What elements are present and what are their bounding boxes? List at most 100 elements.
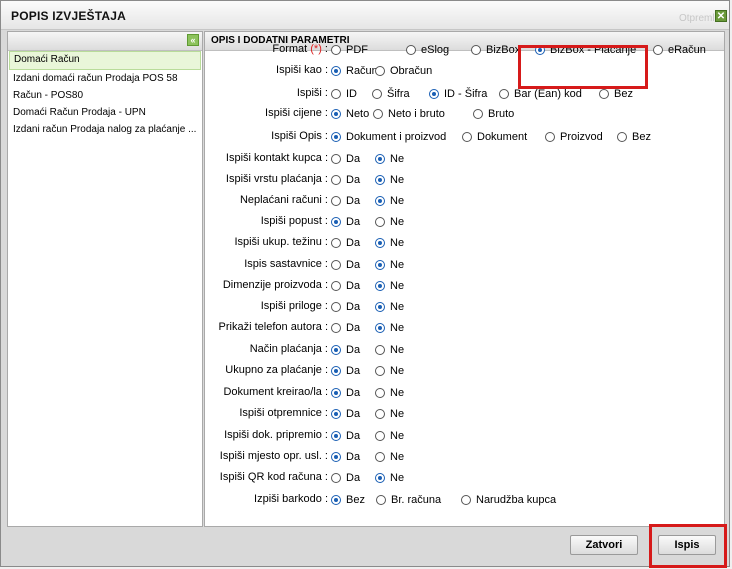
radio-option[interactable]: Bruto xyxy=(473,106,514,122)
radio-option[interactable]: Da xyxy=(331,172,360,188)
radio-option[interactable]: Neto xyxy=(331,106,369,122)
radio-checked-icon[interactable] xyxy=(375,302,385,312)
radio-option[interactable]: Da xyxy=(331,257,360,273)
radio-checked-icon[interactable] xyxy=(331,452,341,462)
radio-option[interactable]: Ne xyxy=(375,278,404,294)
radio-unchecked-icon[interactable] xyxy=(653,45,663,55)
radio-unchecked-icon[interactable] xyxy=(331,89,341,99)
radio-option[interactable]: Ne xyxy=(375,193,404,209)
radio-unchecked-icon[interactable] xyxy=(375,366,385,376)
close-button[interactable]: Zatvori xyxy=(570,535,638,555)
radio-option[interactable]: PDF xyxy=(331,42,368,58)
radio-option[interactable]: Ne xyxy=(375,214,404,230)
radio-checked-icon[interactable] xyxy=(429,89,439,99)
radio-option[interactable]: Ne xyxy=(375,172,404,188)
radio-option[interactable]: Da xyxy=(331,214,360,230)
radio-option[interactable]: Obračun xyxy=(375,63,432,79)
radio-option[interactable]: ID xyxy=(331,86,357,102)
radio-option[interactable]: Dokument i proizvod xyxy=(331,129,446,145)
radio-unchecked-icon[interactable] xyxy=(473,109,483,119)
radio-unchecked-icon[interactable] xyxy=(331,302,341,312)
radio-checked-icon[interactable] xyxy=(375,196,385,206)
close-icon[interactable]: ✕ xyxy=(715,10,727,22)
radio-option[interactable]: ID - Šifra xyxy=(429,86,487,102)
radio-option[interactable]: Da xyxy=(331,235,360,251)
radio-option[interactable]: Da xyxy=(331,193,360,209)
collapse-left-icon[interactable]: « xyxy=(187,34,199,46)
radio-option[interactable]: Da xyxy=(331,299,360,315)
radio-option[interactable]: Bez xyxy=(331,492,365,508)
radio-checked-icon[interactable] xyxy=(375,238,385,248)
radio-checked-icon[interactable] xyxy=(375,260,385,270)
radio-option[interactable]: Br. računa xyxy=(376,492,441,508)
radio-unchecked-icon[interactable] xyxy=(375,345,385,355)
radio-checked-icon[interactable] xyxy=(375,175,385,185)
radio-unchecked-icon[interactable] xyxy=(331,45,341,55)
radio-unchecked-icon[interactable] xyxy=(499,89,509,99)
radio-option[interactable]: Račun xyxy=(331,63,378,79)
radio-checked-icon[interactable] xyxy=(331,409,341,419)
radio-option[interactable]: Dokument xyxy=(462,129,527,145)
radio-option[interactable]: Ne xyxy=(375,449,404,465)
radio-option[interactable]: eRačun xyxy=(653,42,706,58)
radio-checked-icon[interactable] xyxy=(331,495,341,505)
radio-option[interactable]: Da xyxy=(331,385,360,401)
radio-option[interactable]: Da xyxy=(331,470,360,486)
radio-option[interactable]: eSlog xyxy=(406,42,449,58)
report-list-item[interactable]: Račun - POS80 xyxy=(9,87,201,104)
radio-unchecked-icon[interactable] xyxy=(331,473,341,483)
radio-option[interactable]: Da xyxy=(331,320,360,336)
radio-checked-icon[interactable] xyxy=(331,431,341,441)
radio-option[interactable]: Bez xyxy=(617,129,651,145)
radio-option[interactable]: Ne xyxy=(375,320,404,336)
radio-unchecked-icon[interactable] xyxy=(462,132,472,142)
radio-unchecked-icon[interactable] xyxy=(331,196,341,206)
radio-unchecked-icon[interactable] xyxy=(617,132,627,142)
radio-option[interactable]: Da xyxy=(331,406,360,422)
radio-unchecked-icon[interactable] xyxy=(331,238,341,248)
radio-option[interactable]: Narudžba kupca xyxy=(461,492,556,508)
radio-unchecked-icon[interactable] xyxy=(331,281,341,291)
radio-unchecked-icon[interactable] xyxy=(471,45,481,55)
radio-unchecked-icon[interactable] xyxy=(461,495,471,505)
radio-unchecked-icon[interactable] xyxy=(599,89,609,99)
report-list-item[interactable]: Domaći Račun Prodaja - UPN xyxy=(9,104,201,121)
radio-checked-icon[interactable] xyxy=(331,66,341,76)
radio-option[interactable]: Ne xyxy=(375,385,404,401)
radio-option[interactable]: Neto i bruto xyxy=(373,106,445,122)
radio-unchecked-icon[interactable] xyxy=(375,431,385,441)
radio-unchecked-icon[interactable] xyxy=(375,217,385,227)
radio-checked-icon[interactable] xyxy=(331,366,341,376)
radio-option[interactable]: Ne xyxy=(375,299,404,315)
radio-checked-icon[interactable] xyxy=(331,345,341,355)
radio-checked-icon[interactable] xyxy=(375,323,385,333)
radio-unchecked-icon[interactable] xyxy=(373,109,383,119)
report-list-item[interactable]: Domaći Račun xyxy=(9,51,201,70)
radio-unchecked-icon[interactable] xyxy=(375,388,385,398)
radio-option[interactable]: Da xyxy=(331,278,360,294)
radio-checked-icon[interactable] xyxy=(331,388,341,398)
radio-checked-icon[interactable] xyxy=(331,132,341,142)
radio-unchecked-icon[interactable] xyxy=(331,323,341,333)
radio-unchecked-icon[interactable] xyxy=(375,409,385,419)
radio-option[interactable]: Ne xyxy=(375,363,404,379)
radio-checked-icon[interactable] xyxy=(331,109,341,119)
radio-unchecked-icon[interactable] xyxy=(406,45,416,55)
radio-option[interactable]: Ne xyxy=(375,151,404,167)
radio-unchecked-icon[interactable] xyxy=(331,175,341,185)
radio-option[interactable]: BizBox xyxy=(471,42,520,58)
radio-option[interactable]: Da xyxy=(331,428,360,444)
radio-option[interactable]: Ne xyxy=(375,342,404,358)
radio-checked-icon[interactable] xyxy=(331,217,341,227)
radio-unchecked-icon[interactable] xyxy=(331,154,341,164)
radio-checked-icon[interactable] xyxy=(375,473,385,483)
radio-checked-icon[interactable] xyxy=(375,281,385,291)
radio-unchecked-icon[interactable] xyxy=(376,495,386,505)
radio-option[interactable]: Ne xyxy=(375,235,404,251)
radio-option[interactable]: Proizvod xyxy=(545,129,603,145)
radio-unchecked-icon[interactable] xyxy=(375,452,385,462)
radio-option[interactable]: Ne xyxy=(375,428,404,444)
radio-option[interactable]: Da xyxy=(331,151,360,167)
report-list-item[interactable]: Izdani domaći račun Prodaja POS 58 xyxy=(9,70,201,87)
radio-option[interactable]: Šifra xyxy=(372,86,410,102)
